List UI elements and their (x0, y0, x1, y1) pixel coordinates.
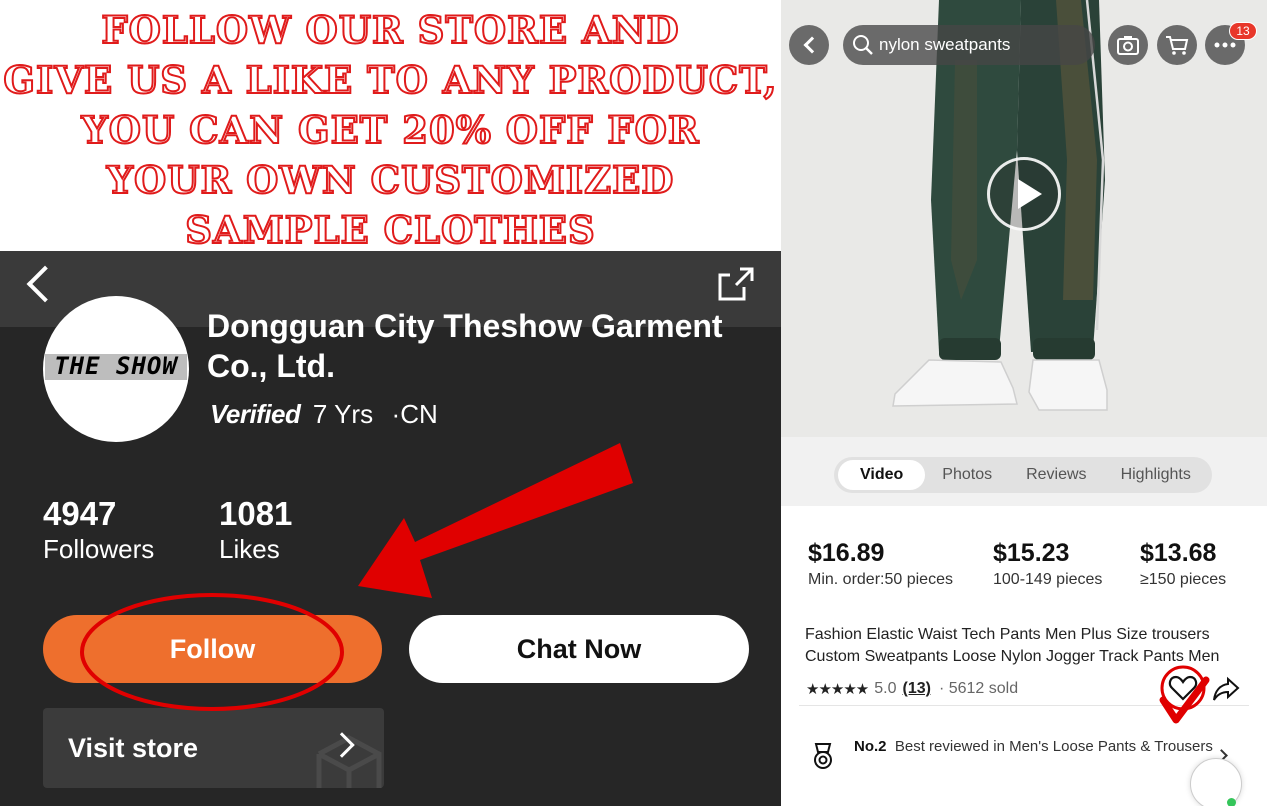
review-count-link[interactable]: (13) (903, 680, 931, 698)
search-text: nylon sweatpants (879, 35, 1011, 54)
price-tier: $16.89 Min. order:50 pieces (808, 538, 953, 592)
store-years: 7 Yrs (312, 399, 374, 429)
cube-icon (316, 735, 382, 788)
product-title: Fashion Elastic Waist Tech Pants Men Plu… (805, 626, 1220, 665)
visit-store-label: Visit store (68, 732, 199, 763)
followers-count: 4947 (43, 495, 117, 532)
product-video[interactable]: nylon sweatpants 13 (781, 0, 1267, 437)
chat-now-button[interactable]: Chat Now (409, 615, 749, 683)
tab-video[interactable]: Video (838, 460, 926, 490)
store-name: Dongguan City Theshow Garment Co., Ltd. (207, 308, 723, 384)
followers-label: Followers (43, 534, 155, 564)
rank-number: No.2 (854, 738, 887, 755)
followers-stat: 4947 Followers (43, 495, 154, 565)
status-dot (1227, 798, 1236, 806)
search-input[interactable]: nylon sweatpants (843, 25, 1095, 65)
search-icon (853, 35, 873, 55)
verified-badge: Verified (210, 399, 301, 429)
media-tabs-bar: Video Photos Reviews Highlights (781, 437, 1267, 506)
back-icon[interactable] (789, 25, 829, 65)
ranking-info[interactable]: No.2 Best reviewed in Men's Loose Pants … (854, 737, 1214, 756)
promo-banner: FOLLOW OUR STORE AND GIVE US A LIKE TO A… (0, 0, 781, 253)
price-tier: $13.68 ≥150 pieces (1140, 538, 1226, 592)
play-icon[interactable] (987, 157, 1061, 231)
banner-line: YOUR OWN CUSTOMIZED (106, 157, 675, 203)
tab-highlights[interactable]: Highlights (1104, 460, 1208, 490)
share-icon[interactable] (714, 261, 758, 305)
visit-store-button[interactable]: Visit store (43, 708, 384, 788)
price-quantity: ≥150 pieces (1140, 571, 1227, 588)
media-tabs: Video Photos Reviews Highlights (834, 457, 1212, 493)
logo-text: THE SHOW (54, 352, 178, 380)
camera-icon[interactable] (1108, 25, 1148, 65)
notification-badge: 13 (1229, 22, 1257, 40)
price-amount: $15.23 (993, 539, 1070, 567)
divider (799, 705, 1249, 706)
rating-row: ★★★★★ 5.0 (13) · 5612 sold (806, 678, 1018, 700)
star-rating-icon: ★★★★★ (806, 681, 869, 698)
store-profile-card: THE SHOW Dongguan City Theshow Garment C… (0, 251, 781, 806)
likes-stat: 1081 Likes (219, 495, 292, 565)
store-meta: Verified 7 Yrs ·CN (210, 399, 438, 433)
likes-count: 1081 (219, 495, 293, 532)
rank-description: Best reviewed in Men's Loose Pants & Tro… (894, 738, 1213, 755)
cart-icon[interactable] (1157, 25, 1197, 65)
banner-line: SAMPLE CLOTHES (184, 207, 596, 253)
store-country: ·CN (391, 399, 438, 429)
banner-line: FOLLOW OUR STORE AND (100, 7, 680, 53)
banner-line: GIVE US A LIKE TO ANY PRODUCT, (2, 57, 778, 103)
price-tier: $15.23 100-149 pieces (993, 538, 1102, 592)
store-screenshot: FOLLOW OUR STORE AND GIVE US A LIKE TO A… (0, 0, 781, 806)
price-quantity: 100-149 pieces (993, 571, 1103, 588)
tab-reviews[interactable]: Reviews (1009, 460, 1103, 490)
heart-icon[interactable] (1168, 673, 1198, 703)
follow-button[interactable]: Follow (43, 615, 382, 683)
store-logo: THE SHOW (43, 296, 189, 442)
ranking-icon (814, 743, 832, 769)
likes-label: Likes (219, 534, 280, 564)
price-quantity: Min. order:50 pieces (808, 571, 953, 588)
sold-count: · 5612 sold (938, 680, 1019, 697)
price-amount: $16.89 (808, 539, 885, 567)
product-screenshot: nylon sweatpants 13 Video Photos Reviews… (781, 0, 1267, 806)
tab-photos[interactable]: Photos (925, 460, 1009, 490)
rating-score: 5.0 (874, 680, 897, 697)
price-amount: $13.68 (1140, 539, 1217, 567)
share-icon[interactable] (1212, 675, 1240, 703)
banner-line: YOU CAN GET 20% OFF FOR (80, 107, 700, 153)
